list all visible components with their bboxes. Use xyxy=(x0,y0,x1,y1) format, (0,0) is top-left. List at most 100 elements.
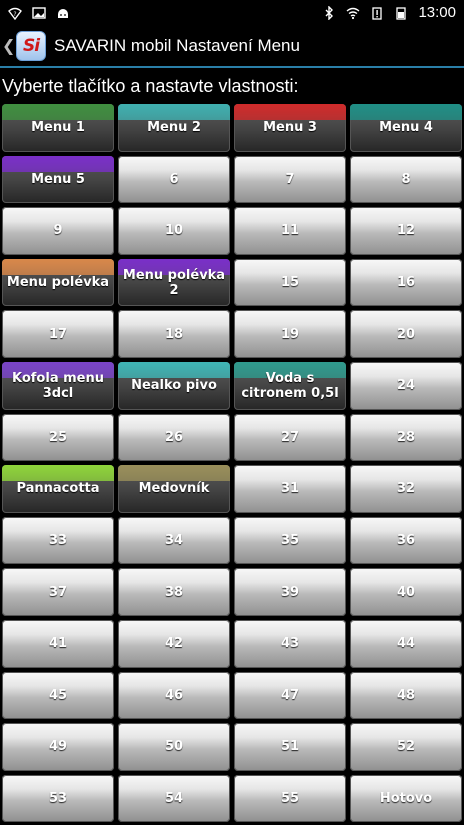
menu-slot-button[interactable]: 9 xyxy=(2,207,114,255)
menu-slot-button[interactable]: Kofola menu 3dcl xyxy=(2,361,114,410)
grid-cell: Pannacotta xyxy=(0,464,116,516)
menu-slot-button[interactable]: 6 xyxy=(118,155,230,204)
grid-cell: 8 xyxy=(348,155,464,207)
button-label: Menu 3 xyxy=(263,120,317,136)
bluetooth-icon xyxy=(325,5,334,20)
menu-slot-button[interactable]: 12 xyxy=(350,207,462,255)
grid-cell: 52 xyxy=(348,722,464,774)
menu-slot-button[interactable]: Menu 4 xyxy=(350,104,462,152)
app-logo[interactable]: Si xyxy=(16,30,46,61)
menu-slot-button[interactable]: 43 xyxy=(234,619,346,668)
menu-slot-button[interactable]: 38 xyxy=(118,568,230,616)
button-label: 9 xyxy=(53,223,63,239)
menu-slot-button[interactable]: 10 xyxy=(118,207,230,255)
grid-cell: Menu 3 xyxy=(232,103,348,155)
grid-cell: 55 xyxy=(232,774,348,825)
menu-slot-button[interactable]: 28 xyxy=(350,413,462,462)
menu-slot-button[interactable]: 49 xyxy=(2,723,114,771)
menu-slot-button[interactable]: Menu 2 xyxy=(118,104,230,152)
menu-slot-button[interactable]: 33 xyxy=(2,516,114,565)
menu-slot-button[interactable]: 41 xyxy=(2,619,114,668)
grid-cell: 49 xyxy=(0,722,116,774)
menu-slot-button[interactable]: 44 xyxy=(350,619,462,668)
menu-slot-button[interactable]: 26 xyxy=(118,413,230,462)
menu-slot-button[interactable]: 15 xyxy=(234,258,346,307)
button-label: 28 xyxy=(396,429,416,445)
grid-cell: 31 xyxy=(232,464,348,516)
grid-cell: 18 xyxy=(116,309,232,361)
button-label: 27 xyxy=(280,429,300,445)
instruction-text: Vyberte tlačítko a nastavte vlastnosti: xyxy=(2,76,299,96)
menu-slot-button[interactable]: Menu 3 xyxy=(234,104,346,152)
menu-slot-button[interactable]: 40 xyxy=(350,568,462,616)
menu-slot-button[interactable]: 27 xyxy=(234,413,346,462)
menu-slot-button[interactable]: 20 xyxy=(350,310,462,358)
grid-cell: 15 xyxy=(232,258,348,310)
menu-slot-button[interactable]: 35 xyxy=(234,516,346,565)
menu-slot-button[interactable]: 45 xyxy=(2,671,114,720)
grid-cell: 9 xyxy=(0,206,116,258)
menu-slot-button[interactable]: Hotovo xyxy=(350,774,462,823)
image-icon xyxy=(32,6,46,19)
menu-slot-button[interactable]: 47 xyxy=(234,671,346,720)
grid-cell: 42 xyxy=(116,619,232,671)
clock: 13:00 xyxy=(418,4,456,21)
grid-cell: 46 xyxy=(116,671,232,723)
menu-slot-button[interactable]: 34 xyxy=(118,516,230,565)
grid-cell: 33 xyxy=(0,516,116,568)
grid-cell: 47 xyxy=(232,671,348,723)
menu-slot-button[interactable]: 18 xyxy=(118,310,230,358)
menu-slot-button[interactable]: 31 xyxy=(234,465,346,513)
menu-slot-button[interactable]: 51 xyxy=(234,723,346,771)
menu-slot-button[interactable]: 50 xyxy=(118,723,230,771)
menu-slot-button[interactable]: 32 xyxy=(350,465,462,513)
menu-slot-button[interactable]: Menu 1 xyxy=(2,104,114,152)
button-label: 26 xyxy=(164,429,184,445)
page-title: SAVARIN mobil Nastavení Menu xyxy=(54,35,300,55)
menu-slot-button[interactable]: 48 xyxy=(350,671,462,720)
grid-cell: 17 xyxy=(0,309,116,361)
grid-cell: 28 xyxy=(348,413,464,465)
color-stripe xyxy=(118,465,230,482)
menu-slot-button[interactable]: 25 xyxy=(2,413,114,462)
menu-slot-button[interactable]: 8 xyxy=(350,155,462,204)
grid-cell: 43 xyxy=(232,619,348,671)
menu-slot-button[interactable]: 55 xyxy=(234,774,346,823)
back-chevron-icon[interactable]: ❮ xyxy=(2,36,15,55)
menu-slot-button[interactable]: 11 xyxy=(234,207,346,255)
menu-slot-button[interactable]: Menu polévka xyxy=(2,258,114,307)
button-label: Menu polévka 2 xyxy=(122,267,226,298)
menu-slot-button[interactable]: Pannacotta xyxy=(2,465,114,513)
button-label: 49 xyxy=(48,739,68,755)
menu-slot-button[interactable]: 53 xyxy=(2,774,114,823)
grid-cell: 16 xyxy=(348,258,464,310)
button-label: Menu 1 xyxy=(31,120,85,136)
menu-slot-button[interactable]: 16 xyxy=(350,258,462,307)
grid-cell: 50 xyxy=(116,722,232,774)
menu-slot-button[interactable]: Menu 5 xyxy=(2,155,114,204)
menu-slot-button[interactable]: 37 xyxy=(2,568,114,616)
menu-slot-button[interactable]: 52 xyxy=(350,723,462,771)
button-label: 33 xyxy=(48,533,68,549)
menu-slot-button[interactable]: 36 xyxy=(350,516,462,565)
menu-slot-button[interactable]: Nealko pivo xyxy=(118,361,230,410)
menu-slot-button[interactable]: 42 xyxy=(118,619,230,668)
svg-text:?: ? xyxy=(13,11,16,18)
button-label: 16 xyxy=(396,275,416,291)
menu-slot-button[interactable]: Menu polévka 2 xyxy=(118,258,230,307)
menu-slot-button[interactable]: 54 xyxy=(118,774,230,823)
grid-cell: 39 xyxy=(232,567,348,619)
menu-slot-button[interactable]: 17 xyxy=(2,310,114,358)
menu-slot-button[interactable]: 7 xyxy=(234,155,346,204)
menu-slot-button[interactable]: Voda s citronem 0,5l xyxy=(234,361,346,410)
menu-slot-button[interactable]: 19 xyxy=(234,310,346,358)
button-label: 32 xyxy=(396,481,416,497)
app-logo-text: Si xyxy=(22,35,40,56)
menu-slot-button[interactable]: 39 xyxy=(234,568,346,616)
button-label: Menu 5 xyxy=(31,171,85,187)
menu-slot-button[interactable]: Medovník xyxy=(118,465,230,513)
menu-slot-button[interactable]: 46 xyxy=(118,671,230,720)
color-stripe xyxy=(118,361,230,378)
button-label: 31 xyxy=(280,481,300,497)
menu-slot-button[interactable]: 24 xyxy=(350,361,462,410)
